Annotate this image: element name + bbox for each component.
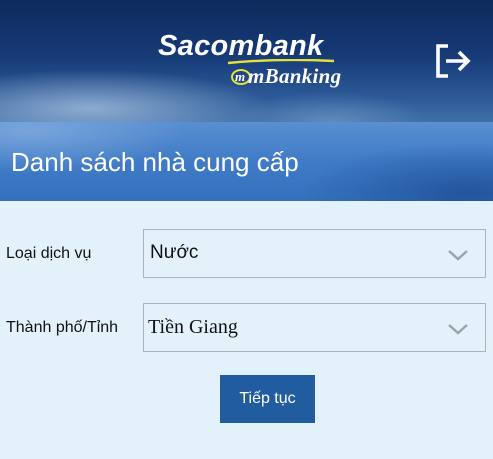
continue-button[interactable]: Tiếp tục <box>220 375 315 423</box>
page-title-bar: Danh sách nhà cung cấp <box>0 122 493 201</box>
logout-button[interactable] <box>430 40 474 82</box>
province-label: Thành phố/Tỉnh <box>6 319 119 336</box>
service-type-select[interactable]: Nước <box>143 229 486 278</box>
service-type-value: Nước <box>150 242 199 263</box>
app-header: Sacombank m mBanking <box>0 0 493 122</box>
page-title: Danh sách nhà cung cấp <box>11 147 299 177</box>
service-type-label: Loại dịch vụ <box>6 245 92 262</box>
sacombank-logo: Sacombank <box>158 30 324 62</box>
province-value: Tiền Giang <box>148 316 238 338</box>
svg-text:m: m <box>235 69 245 84</box>
mbanking-logo-text: mBanking <box>248 64 342 88</box>
chevron-down-icon <box>448 324 468 335</box>
chevron-down-icon <box>448 250 468 261</box>
logout-icon <box>436 44 471 78</box>
province-select[interactable]: Tiền Giang <box>143 303 486 352</box>
